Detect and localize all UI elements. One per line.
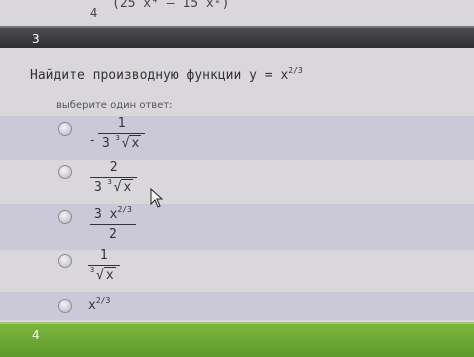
cube-root: 3 √ x xyxy=(90,266,116,283)
radio-button-4[interactable] xyxy=(58,254,72,268)
answer-2-fraction: 2 3 3 √ x xyxy=(90,160,138,195)
answer-5-exponent: 2/3 xyxy=(95,296,111,305)
fraction-line xyxy=(90,177,138,178)
question-formula: y = x xyxy=(249,68,289,83)
answer-3-numerator: 3 x2/3 xyxy=(90,205,136,222)
answer-5-expression: x2/3 xyxy=(88,296,110,313)
answer-1-sign: - xyxy=(90,133,95,147)
answer-1-coef: 3 xyxy=(102,136,110,151)
radicand: x xyxy=(129,135,142,151)
answer-5-base: x xyxy=(88,298,96,313)
cube-root: 3 √ x xyxy=(107,178,134,195)
root-index: 3 xyxy=(90,266,95,274)
previous-expression: (25 x⁴ – 15 x²) xyxy=(112,0,230,11)
answer-option-1[interactable] xyxy=(0,116,474,160)
question-text: Найдите производную функции y = x2/3 xyxy=(30,66,303,83)
answer-4-numerator: 1 xyxy=(99,248,108,263)
answer-option-3[interactable] xyxy=(0,204,474,250)
answer-1-fraction: 1 3 3 √ x xyxy=(98,116,146,151)
question-number: 3 xyxy=(32,32,40,46)
fraction-line xyxy=(90,224,136,225)
root-index: 3 xyxy=(115,134,120,142)
answer-1-denominator: 3 3 √ x xyxy=(98,134,145,151)
radicand: x xyxy=(121,179,134,195)
radio-button-3[interactable] xyxy=(58,210,72,224)
answer-2-denominator: 3 3 √ x xyxy=(90,178,137,195)
answer-4-fraction: 1 3 √ x xyxy=(88,248,120,283)
radio-button-5[interactable] xyxy=(58,299,72,313)
radicand: x xyxy=(103,267,116,283)
answer-4-denominator: 3 √ x xyxy=(88,266,120,283)
answer-2-coef: 3 xyxy=(94,180,102,195)
previous-denominator: 4 xyxy=(90,6,98,20)
answer-2-numerator: 2 xyxy=(109,160,118,175)
fraction-line xyxy=(98,133,146,134)
answer-3-numerator-base: 3 x xyxy=(94,207,118,222)
root-index: 3 xyxy=(107,178,112,186)
answer-3-exponent: 2/3 xyxy=(117,205,132,214)
answer-3-fraction: 3 x2/3 2 xyxy=(90,205,136,242)
radical-sign: √ xyxy=(96,268,104,283)
mouse-pointer-icon xyxy=(150,188,164,208)
answer-hint: выберите один ответ: xyxy=(56,100,173,111)
radio-button-2[interactable] xyxy=(58,165,72,179)
question-exponent: 2/3 xyxy=(288,66,303,75)
radio-button-1[interactable] xyxy=(58,122,72,136)
cube-root: 3 √ x xyxy=(115,134,142,151)
question-prompt: Найдите производную функции xyxy=(30,68,242,83)
question-number-bar: 3 xyxy=(0,26,474,48)
next-question-bar: 4 xyxy=(0,322,474,357)
answer-1-numerator: 1 xyxy=(117,116,126,131)
next-question-number: 4 xyxy=(32,328,40,342)
answer-3-denominator: 2 xyxy=(109,227,117,242)
